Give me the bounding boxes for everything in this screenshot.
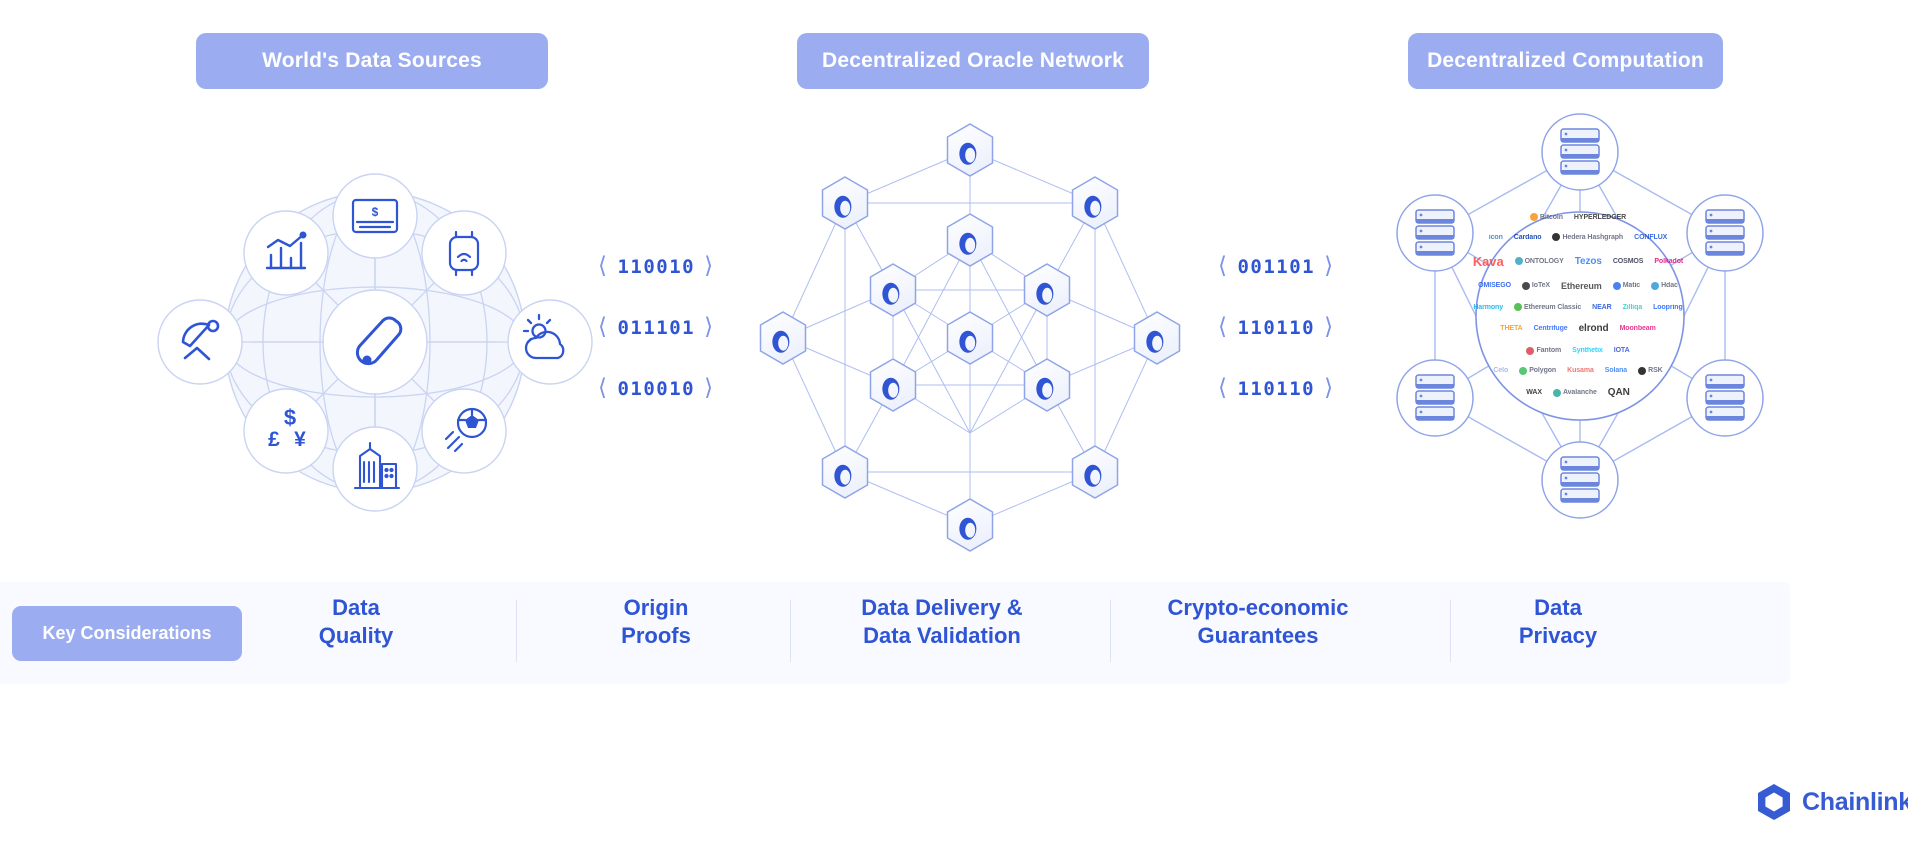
blockchain-logo-circle <box>1475 211 1685 421</box>
chevron-left-icon: ⟨ <box>1218 314 1229 340</box>
binary-value: 011101 <box>617 316 696 339</box>
svg-text:£: £ <box>268 428 280 451</box>
currency-icon <box>243 388 329 474</box>
globe-diagram: $ $ £ ¥ <box>157 173 593 512</box>
binary-row: ⟨ 011101 ⟩ <box>598 316 715 339</box>
thermometer-icon <box>322 289 428 395</box>
oracle-node <box>869 263 917 317</box>
satellite-dish-icon <box>157 299 243 385</box>
server-rack-icon <box>1396 359 1474 437</box>
binary-row: ⟨ 110110 ⟩ <box>1218 377 1335 400</box>
oracle-node <box>1133 311 1181 365</box>
analytics-chart-icon <box>243 210 329 296</box>
oracle-node <box>821 176 869 230</box>
oracle-node <box>1071 176 1119 230</box>
section-pill-computation: Decentralized Computation <box>1408 33 1723 89</box>
data-sources-globe: $ $ £ ¥ <box>150 110 600 565</box>
consideration-data-delivery-validation: Data Delivery & Data Validation <box>861 595 1023 649</box>
oracle-node <box>869 358 917 412</box>
chainlink-logo: Chainlink <box>1757 783 1908 821</box>
binary-row: ⟨ 110110 ⟩ <box>1218 316 1335 339</box>
key-considerations-pill: Key Considerations <box>12 606 242 661</box>
chevron-right-icon: ⟩ <box>704 375 715 401</box>
key-considerations-label: Key Considerations <box>42 623 212 643</box>
chevron-right-icon: ⟩ <box>704 253 715 279</box>
server-rack-icon <box>1541 441 1619 519</box>
consideration-origin-proofs: Origin Proofs <box>621 595 691 649</box>
oracle-hex-mesh <box>759 123 1181 552</box>
section-pill-label: Decentralized Computation <box>1427 49 1704 72</box>
section-pill-label: Decentralized Oracle Network <box>821 49 1125 72</box>
chevron-left-icon: ⟨ <box>598 375 609 401</box>
binary-value: 110010 <box>617 255 696 278</box>
binary-stream-right: ⟨ 001101 ⟩ ⟨ 110110 ⟩ ⟨ 110110 ⟩ <box>1218 255 1335 400</box>
svg-text:$: $ <box>372 205 379 219</box>
chevron-left-icon: ⟨ <box>598 253 609 279</box>
binary-row: ⟨ 110010 ⟩ <box>598 255 715 278</box>
chainlink-hex-icon <box>1758 784 1790 820</box>
oracle-node <box>946 213 994 267</box>
svg-text:¥: ¥ <box>294 428 306 451</box>
oracle-node-center <box>946 311 994 365</box>
chainlink-wordmark: Chainlink <box>1802 787 1908 816</box>
consideration-divider <box>790 600 791 662</box>
binary-row: ⟨ 010010 ⟩ <box>598 377 715 400</box>
consideration-divider <box>516 600 517 662</box>
chevron-left-icon: ⟨ <box>1218 375 1229 401</box>
server-rack-icon <box>1396 194 1474 272</box>
weather-icon <box>507 299 593 385</box>
binary-stream-left: ⟨ 110010 ⟩ ⟨ 011101 ⟩ ⟨ 010010 ⟩ <box>598 255 715 400</box>
binary-value: 110110 <box>1237 377 1316 400</box>
oracle-network-diagram <box>745 110 1195 565</box>
svg-text:$: $ <box>284 405 296 430</box>
compute-cluster <box>1396 113 1764 519</box>
binary-row: ⟨ 001101 ⟩ <box>1218 255 1335 278</box>
sports-ball-icon <box>421 388 507 474</box>
consideration-divider <box>1110 600 1111 662</box>
section-pill-oracle-network: Decentralized Oracle Network <box>797 33 1149 89</box>
section-pill-data-sources: World's Data Sources <box>196 33 548 89</box>
oracle-node <box>946 498 994 552</box>
oracle-node <box>1023 263 1071 317</box>
chevron-right-icon: ⟩ <box>704 314 715 340</box>
icon-bubbles: $ $ £ ¥ <box>157 173 593 512</box>
server-rack-icon <box>1541 113 1619 191</box>
section-pill-label: World's Data Sources <box>262 49 482 72</box>
server-rack-icon <box>1686 359 1764 437</box>
oracle-node <box>759 311 807 365</box>
oracle-node <box>821 445 869 499</box>
chevron-left-icon: ⟨ <box>598 314 609 340</box>
chevron-right-icon: ⟩ <box>1324 375 1335 401</box>
oracle-node <box>1023 358 1071 412</box>
server-rack-icon <box>1686 194 1764 272</box>
computation-network-diagram <box>1370 110 1790 565</box>
chevron-right-icon: ⟩ <box>1324 253 1335 279</box>
consideration-data-quality: Data Quality <box>318 595 394 649</box>
consideration-data-privacy: Data Privacy <box>1518 595 1598 649</box>
chevron-right-icon: ⟩ <box>1324 314 1335 340</box>
oracle-node <box>946 123 994 177</box>
chevron-left-icon: ⟨ <box>1218 253 1229 279</box>
consideration-crypto-economic-guarantees: Crypto-economic Guarantees <box>1167 595 1349 649</box>
oracle-node <box>1071 445 1119 499</box>
binary-value: 110110 <box>1237 316 1316 339</box>
binary-value: 010010 <box>617 377 696 400</box>
binary-value: 001101 <box>1237 255 1316 278</box>
